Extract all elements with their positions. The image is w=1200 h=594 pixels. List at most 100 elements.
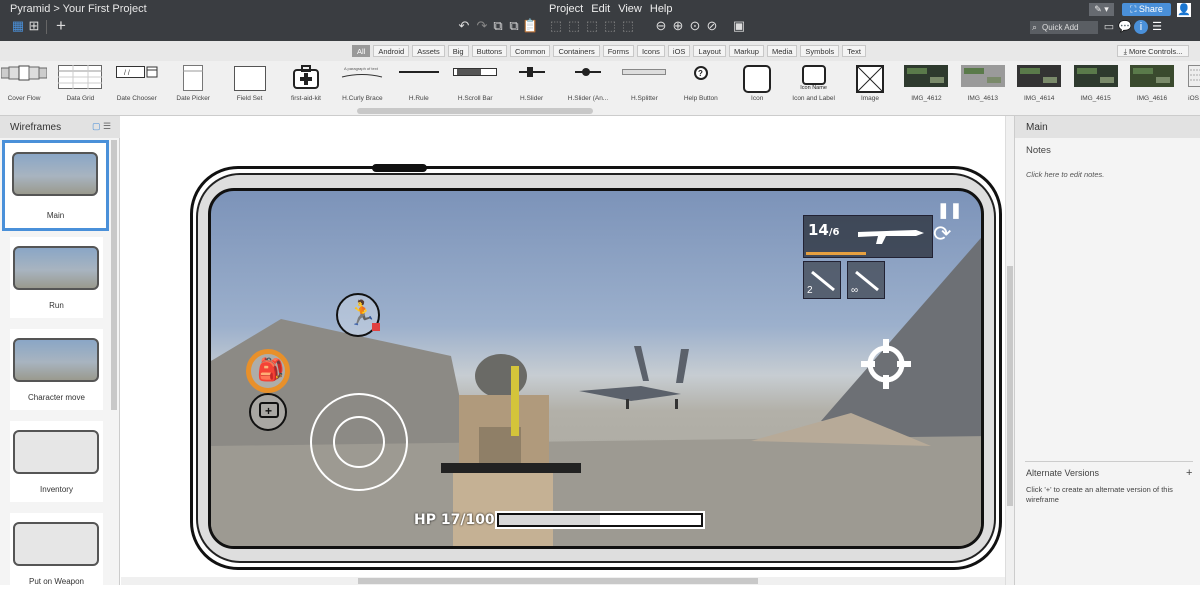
run-button[interactable]: 🏃 xyxy=(336,293,380,337)
inventory-button[interactable]: 🎒 xyxy=(246,349,290,393)
wireframe-title[interactable]: Main xyxy=(1026,122,1048,133)
slot-1-count: 2 xyxy=(807,285,813,296)
tab-ios[interactable]: iOS xyxy=(667,45,691,57)
rule-icon xyxy=(397,65,441,82)
menu-project[interactable]: Project xyxy=(549,3,583,15)
lock-icon[interactable]: ⬚ xyxy=(620,18,636,34)
vertical-scroll-thumb[interactable] xyxy=(1007,266,1013,506)
jet-plane xyxy=(579,346,689,409)
tab-markup[interactable]: Markup xyxy=(728,45,764,57)
send-backward-icon[interactable]: ⬚ xyxy=(602,18,618,34)
tab-forms[interactable]: Forms xyxy=(602,45,634,57)
slot-2-count: ∞ xyxy=(851,285,859,296)
share-label: Share xyxy=(1138,4,1163,14)
component-keyboard[interactable]: iOS Keyboard xyxy=(1180,63,1200,107)
library-scrollbar[interactable] xyxy=(357,108,593,114)
tab-big[interactable]: Big xyxy=(447,45,469,57)
reload-icon[interactable]: ⟳ xyxy=(933,221,951,247)
wireframe-item-main[interactable]: Main xyxy=(2,140,109,231)
wireframe-item-run[interactable]: Run xyxy=(10,237,103,318)
list-icon[interactable]: ☰ xyxy=(1150,20,1164,34)
comments-icon[interactable]: 💬 xyxy=(1118,20,1132,34)
tab-assets[interactable]: Assets xyxy=(412,45,445,57)
bring-forward-icon[interactable]: ⬚ xyxy=(584,18,600,34)
quick-add-input[interactable]: Quick Add xyxy=(1030,21,1098,34)
tab-icons[interactable]: Icons xyxy=(636,45,665,57)
presentation-icon[interactable]: ▣ xyxy=(731,18,747,34)
tab-buttons[interactable]: Buttons xyxy=(471,45,507,57)
tab-all[interactable]: All xyxy=(352,45,371,57)
tab-common[interactable]: Common xyxy=(510,45,551,57)
properties-icon[interactable]: ▭ xyxy=(1102,20,1116,34)
main-menu: Project Edit View Help xyxy=(549,3,673,15)
menu-help[interactable]: Help xyxy=(650,3,673,15)
copy-icon[interactable]: ⧉ xyxy=(490,18,506,34)
paste-icon[interactable]: 📋 xyxy=(522,18,538,34)
phone-speaker xyxy=(372,164,427,172)
assault-rifle-icon xyxy=(858,230,924,244)
panel-header: Main xyxy=(1015,116,1200,138)
wireframe-item-character-move[interactable]: Character move xyxy=(10,329,103,410)
wireframe-item-put-on-weapon[interactable]: Put on Weapon xyxy=(10,513,103,594)
tab-symbols[interactable]: Symbols xyxy=(800,45,840,57)
data-grid-icon xyxy=(58,65,103,92)
field-set-icon xyxy=(233,65,266,94)
user-avatar[interactable]: 👤 xyxy=(1177,3,1191,17)
single-view-icon[interactable]: ▦ xyxy=(10,18,26,34)
tab-android[interactable]: Android xyxy=(373,45,410,57)
redo-icon[interactable]: ↷ xyxy=(474,18,490,34)
info-icon[interactable]: i xyxy=(1134,20,1148,34)
joystick-knob[interactable] xyxy=(333,416,385,468)
aim-button[interactable] xyxy=(861,339,911,389)
list-view-icon[interactable]: ☰ xyxy=(103,121,111,132)
alternate-versions-hint: Click '+' to create an alternate version… xyxy=(1026,485,1173,504)
add-icon[interactable]: + xyxy=(53,17,69,34)
menu-view[interactable]: View xyxy=(618,3,642,15)
grid-view-icon[interactable]: ⊞ xyxy=(26,18,42,34)
top-bar: Pyramid > Your First Project Project Edi… xyxy=(0,0,1200,41)
weapon-slot-1[interactable]: 2 xyxy=(803,261,841,299)
zoom-actual-icon[interactable]: ⊘ xyxy=(704,18,720,34)
photo-icon xyxy=(960,65,1005,90)
group-icon[interactable]: ⬚ xyxy=(548,18,564,34)
wireframe-thumbnail xyxy=(13,338,99,382)
zoom-out-icon[interactable]: ⊖ xyxy=(653,18,669,34)
share-button[interactable]: ⛶ Share xyxy=(1122,3,1171,16)
zoom-in-icon[interactable]: ⊕ xyxy=(670,18,686,34)
horizontal-scroll-thumb[interactable] xyxy=(358,578,758,584)
ammo-bar xyxy=(806,252,866,255)
duplicate-icon[interactable]: ⧉ xyxy=(506,18,522,34)
slider-icon xyxy=(517,65,547,82)
first-aid-button[interactable]: + xyxy=(249,393,287,431)
weapon-panel[interactable]: 14/6 xyxy=(803,215,933,258)
tab-layout[interactable]: Layout xyxy=(693,45,726,57)
thumbnail-view-icon[interactable]: ▢ xyxy=(92,121,101,132)
zoom-fit-icon[interactable]: ⊙ xyxy=(687,18,703,34)
tab-media[interactable]: Media xyxy=(766,45,798,57)
date-chooser-icon: / / xyxy=(115,65,158,82)
tab-containers[interactable]: Containers xyxy=(553,45,600,57)
keyboard-icon xyxy=(1188,65,1200,90)
scroll-bar-icon xyxy=(453,65,498,82)
more-controls-button[interactable]: ⤓ More Controls... xyxy=(1117,45,1189,57)
ammo-total: /6 xyxy=(828,227,840,238)
wireframes-scrollbar[interactable] xyxy=(111,140,117,410)
wireframe-thumbnail xyxy=(12,152,98,196)
wireframe-item-inventory[interactable]: Inventory xyxy=(10,421,103,502)
tab-text[interactable]: Text xyxy=(842,45,866,57)
cover-flow-icon xyxy=(0,65,48,84)
ungroup-icon[interactable]: ⬚ xyxy=(566,18,582,34)
menu-edit[interactable]: Edit xyxy=(591,3,610,15)
pause-icon[interactable]: ❚❚ xyxy=(937,201,962,219)
add-alternate-button[interactable]: + xyxy=(1186,467,1192,479)
wireframe-thumbnail xyxy=(13,246,99,290)
notes-field[interactable]: Click here to edit notes. xyxy=(1026,170,1104,179)
undo-icon[interactable]: ↶ xyxy=(456,18,472,34)
canvas-horizontal-scrollbar[interactable] xyxy=(121,577,1005,585)
canvas-vertical-scrollbar[interactable] xyxy=(1005,116,1014,585)
game-screenshot[interactable]: 🏃 🎒 + 14/6 2 ∞ ❚❚ ⟳ HP 17/100 xyxy=(208,188,984,549)
breadcrumb[interactable]: Pyramid > Your First Project xyxy=(10,3,147,15)
movement-joystick[interactable] xyxy=(310,393,408,491)
weapon-slot-2[interactable]: ∞ xyxy=(847,261,885,299)
edit-mode-button[interactable]: ✎ ▾ xyxy=(1089,3,1114,16)
